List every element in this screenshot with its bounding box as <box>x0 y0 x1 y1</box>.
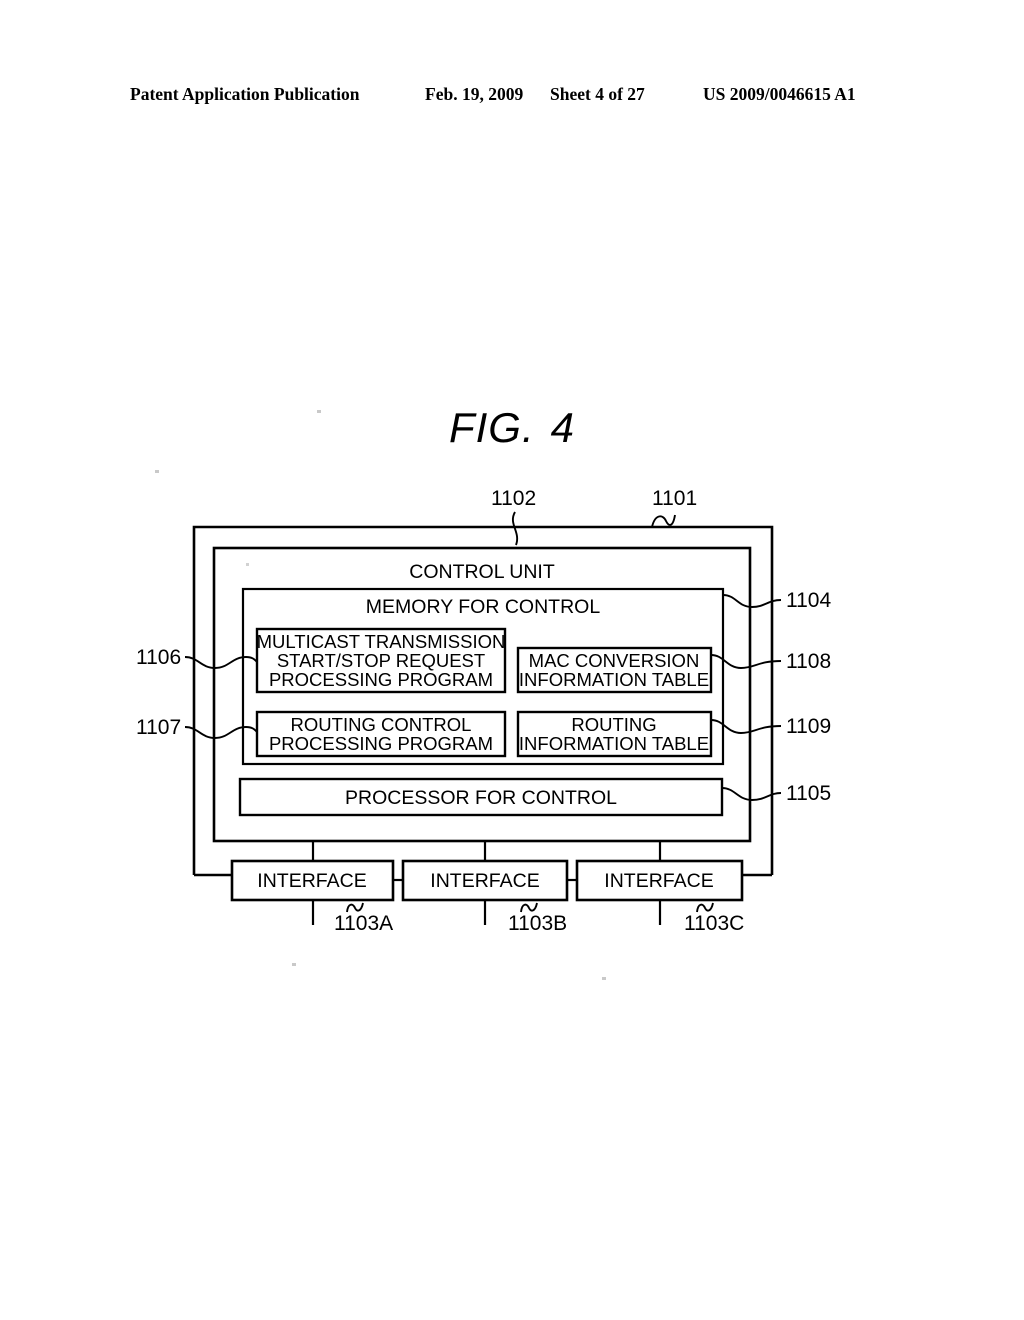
interface-a-label: INTERFACE <box>257 870 366 892</box>
multicast-program-line3: PROCESSING PROGRAM <box>269 669 493 690</box>
interface-c-label: INTERFACE <box>604 870 713 892</box>
routing-program-line2: PROCESSING PROGRAM <box>269 733 493 754</box>
mac-table-line2: INFORMATION TABLE <box>519 669 709 690</box>
scan-speckle <box>602 977 606 980</box>
mac-table-line1: MAC CONVERSION <box>529 650 700 671</box>
leader-1103C <box>696 902 714 913</box>
refnum-1107: 1107 <box>136 716 181 739</box>
leader-1103A <box>346 902 364 913</box>
refnum-1108: 1108 <box>786 650 831 673</box>
memory-for-control-label: MEMORY FOR CONTROL <box>366 596 601 618</box>
refnum-1101: 1101 <box>652 487 697 510</box>
refnum-1102: 1102 <box>491 487 536 510</box>
refnum-1103A: 1103A <box>334 912 393 935</box>
scan-speckle <box>246 563 249 566</box>
processor-for-control-label: PROCESSOR FOR CONTROL <box>345 787 617 809</box>
refnum-1103C: 1103C <box>684 912 744 935</box>
refnum-1105: 1105 <box>786 782 831 805</box>
refnum-1104: 1104 <box>786 589 831 612</box>
scan-speckle <box>317 410 321 413</box>
scan-speckle <box>292 963 296 966</box>
leader-1102 <box>511 511 519 546</box>
leader-1103B <box>520 902 538 913</box>
figure-4-diagram: CONTROL UNIT MEMORY FOR CONTROL MULTICAS… <box>136 410 831 980</box>
multicast-program-line2: START/STOP REQUEST <box>277 650 485 671</box>
routing-table-line1: ROUTING <box>571 714 656 735</box>
refnum-1103B: 1103B <box>508 912 567 935</box>
control-unit-label: CONTROL UNIT <box>409 561 555 583</box>
patent-page: Patent Application Publication Feb. 19, … <box>0 0 1024 1320</box>
routing-program-line1: ROUTING CONTROL <box>291 714 472 735</box>
interface-b-label: INTERFACE <box>430 870 539 892</box>
scan-speckle <box>155 470 159 473</box>
routing-table-line2: INFORMATION TABLE <box>519 733 709 754</box>
refnum-1106: 1106 <box>136 646 181 669</box>
leader-1101 <box>651 514 676 528</box>
refnum-1109: 1109 <box>786 715 831 738</box>
multicast-program-line1: MULTICAST TRANSMISSION <box>257 631 506 652</box>
